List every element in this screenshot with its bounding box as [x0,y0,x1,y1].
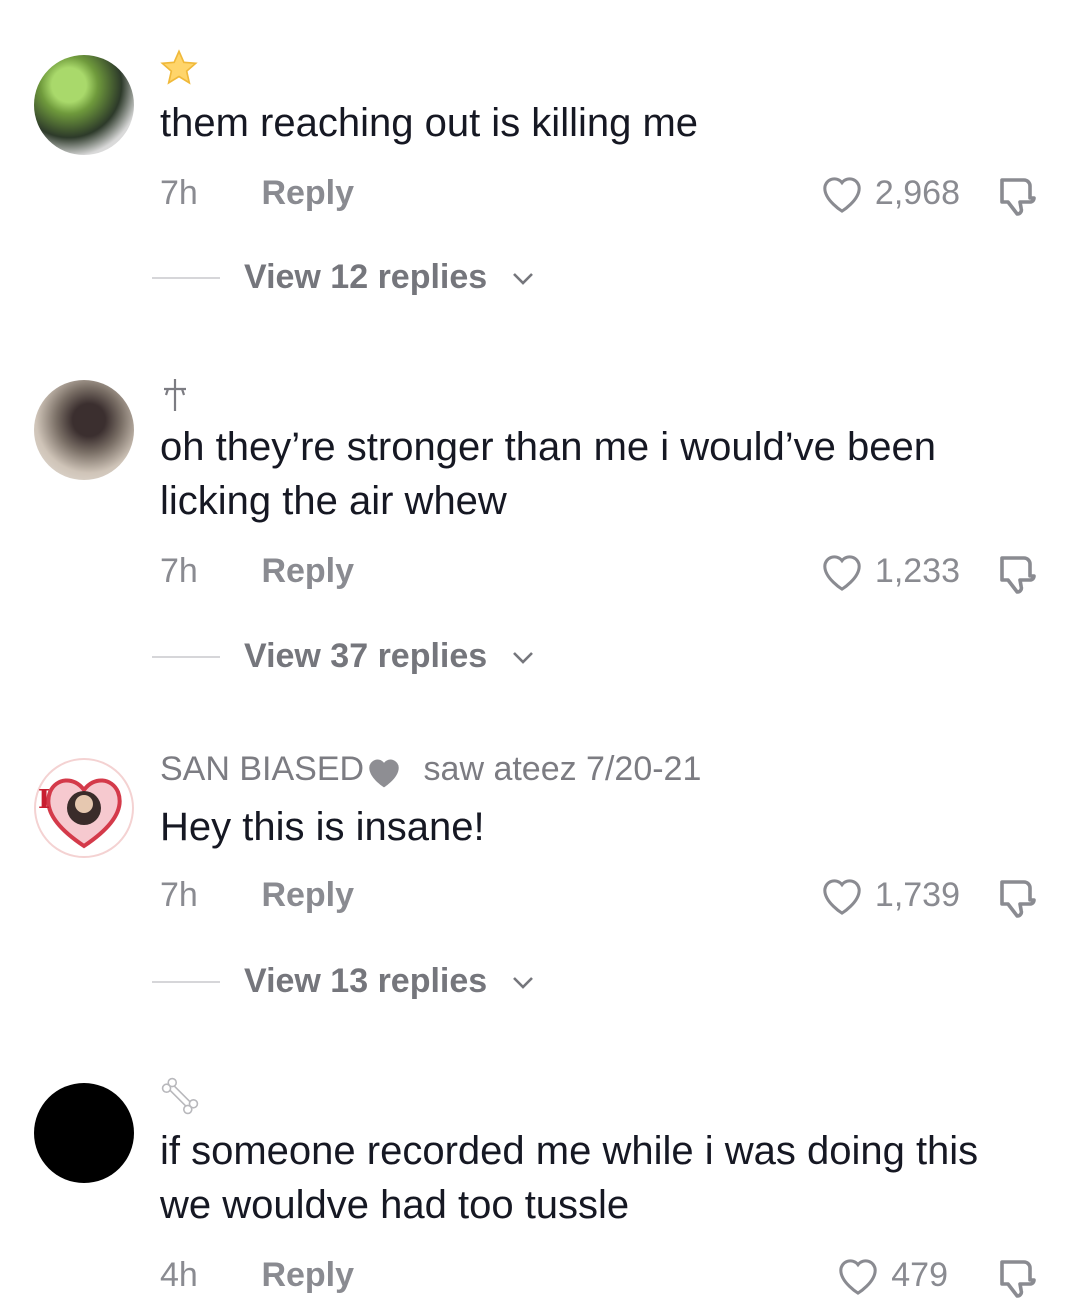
comment-meta: 7h Reply [160,174,354,213]
svg-text:I: I [38,785,50,815]
heart-outline-icon [823,555,861,591]
comment-text: if someone recorded me while i was doing… [160,1129,979,1227]
avatar[interactable] [34,55,134,155]
comment-username[interactable]: SAN BIASED saw ateez 7/20-21 [160,750,701,789]
view-replies-button[interactable]: View 13 replies [152,962,535,1001]
comment-meta: 4h Reply [160,1256,354,1295]
like-count: 2,968 [874,173,960,212]
reply-button[interactable]: Reply [261,1256,354,1294]
like-button[interactable]: 1,739 [819,874,960,916]
thumbs-down-icon[interactable] [994,874,1042,922]
bone-icon [161,1077,199,1115]
view-replies-label: View 12 replies [244,258,488,296]
comment-text: oh they’re stronger than me i would’ve b… [160,425,937,523]
chevron-down-icon [513,272,534,285]
divider [152,276,220,279]
avatar[interactable] [34,1083,134,1183]
avatar[interactable] [34,380,134,480]
thumbs-down-icon[interactable] [994,550,1042,598]
thumbs-down-icon[interactable] [994,1254,1042,1302]
comment-text: Hey this is insane! [160,805,485,849]
avatar[interactable]: I [34,758,134,858]
view-replies-button[interactable]: View 12 replies [152,258,535,297]
chevron-down-icon [513,651,534,664]
reply-button[interactable]: Reply [261,174,354,212]
reply-button[interactable]: Reply [261,876,354,914]
comment-time: 7h [160,876,198,914]
view-replies-label: View 13 replies [244,962,488,1000]
like-count: 1,233 [874,551,960,590]
like-count: 1,739 [874,875,960,914]
like-count: 479 [891,1255,948,1294]
comment-meta: 7h Reply [160,552,354,591]
heart-outline-icon [839,1259,877,1295]
heart-outline-icon [823,177,861,213]
gray-heart-icon [369,759,399,788]
like-button[interactable]: 479 [835,1254,948,1296]
comment-time: 4h [160,1256,198,1294]
comment-time: 7h [160,552,198,590]
cross-icon [164,379,186,411]
comment-time: 7h [160,174,198,212]
comment-text: them reaching out is killing me [160,101,699,145]
divider [152,980,220,983]
like-button[interactable]: 2,968 [819,172,960,214]
star-icon [160,49,198,85]
username-suffix: saw ateez 7/20-21 [423,750,702,788]
view-replies-button[interactable]: View 37 replies [152,637,535,676]
heart-frame-icon: I [38,778,122,849]
heart-outline-icon [823,879,861,915]
view-replies-label: View 37 replies [244,637,488,675]
username-label: SAN BIASED [160,750,365,788]
reply-button[interactable]: Reply [261,552,354,590]
thumbs-down-icon[interactable] [994,172,1042,220]
like-button[interactable]: 1,233 [819,550,960,592]
divider [152,655,220,658]
chevron-down-icon [513,976,534,989]
comment-meta: 7h Reply [160,876,354,915]
